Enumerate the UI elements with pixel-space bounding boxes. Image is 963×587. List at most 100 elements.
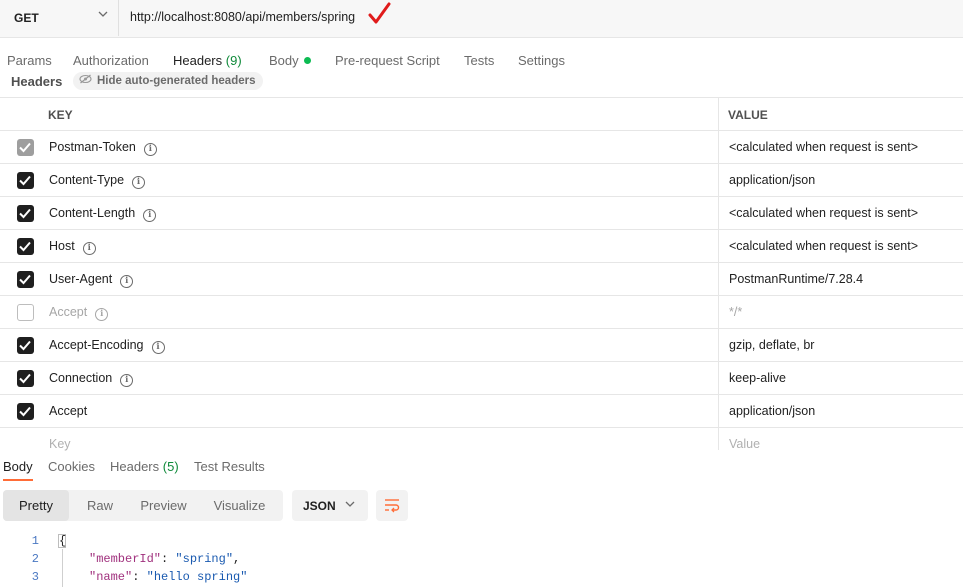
method-label: GET bbox=[14, 11, 39, 25]
line-number: 1 bbox=[31, 534, 39, 548]
method-select[interactable]: GET bbox=[0, 0, 119, 36]
info-icon[interactable]: i bbox=[82, 242, 96, 255]
column-header-key: KEY bbox=[48, 108, 73, 122]
row-checkbox[interactable] bbox=[17, 205, 34, 222]
json-key: "name" bbox=[89, 570, 133, 584]
line-number: 3 bbox=[31, 570, 39, 584]
line-number: 2 bbox=[31, 552, 39, 566]
headers-section-title: Headers bbox=[11, 74, 63, 89]
tab-body[interactable]: Body bbox=[269, 53, 311, 68]
tab-authorization[interactable]: Authorization bbox=[73, 53, 149, 68]
red-check-annotation-icon bbox=[368, 2, 392, 29]
tab-params[interactable]: Params bbox=[7, 53, 52, 68]
response-tab-headers-count: (5) bbox=[162, 459, 179, 474]
header-value[interactable]: keep-alive bbox=[729, 371, 786, 385]
view-preview-button[interactable]: Preview bbox=[131, 490, 196, 521]
tab-headers[interactable]: Headers (9) bbox=[173, 53, 242, 68]
response-tab-test-results[interactable]: Test Results bbox=[194, 459, 265, 474]
table-row-new: Key Value bbox=[0, 427, 963, 461]
row-checkbox[interactable] bbox=[17, 370, 34, 387]
table-row: Accept application/json bbox=[0, 394, 963, 428]
header-key-text: Content-Length bbox=[49, 206, 136, 220]
hide-auto-headers-label: Hide auto-generated headers bbox=[97, 75, 256, 87]
info-icon[interactable]: i bbox=[120, 374, 134, 387]
url-input[interactable]: http://localhost:8080/api/members/spring bbox=[130, 10, 355, 24]
info-icon[interactable]: i bbox=[151, 341, 165, 354]
header-value[interactable]: <calculated when request is sent> bbox=[729, 206, 918, 220]
json-line: "memberId": "spring", bbox=[89, 552, 240, 566]
header-value[interactable]: gzip, deflate, br bbox=[729, 338, 814, 352]
view-pretty-button[interactable]: Pretty bbox=[3, 490, 69, 521]
table-row: Connection i keep-alive bbox=[0, 361, 963, 395]
header-key[interactable]: Host i bbox=[49, 239, 96, 255]
info-icon[interactable]: i bbox=[95, 308, 109, 321]
json-sep: : bbox=[161, 552, 176, 566]
info-icon[interactable]: i bbox=[120, 275, 134, 288]
hide-auto-headers-button[interactable]: Hide auto-generated headers bbox=[73, 72, 264, 90]
header-key[interactable]: Accept bbox=[49, 404, 87, 418]
row-checkbox[interactable] bbox=[17, 403, 34, 420]
tab-body-label: Body bbox=[269, 53, 299, 68]
header-value[interactable]: <calculated when request is sent> bbox=[729, 140, 918, 154]
response-tab-cookies[interactable]: Cookies bbox=[48, 459, 95, 474]
header-key-text: Accept-Encoding bbox=[49, 338, 144, 352]
row-checkbox[interactable] bbox=[17, 172, 34, 189]
header-value[interactable]: application/json bbox=[729, 173, 815, 187]
table-row: Content-Length i <calculated when request … bbox=[0, 196, 963, 230]
json-value: "spring" bbox=[175, 552, 234, 566]
header-key-text: Content-Type bbox=[49, 173, 125, 187]
json-value: "hello spring" bbox=[146, 570, 248, 584]
json-line: "name": "hello spring" bbox=[89, 570, 247, 584]
header-value[interactable]: */* bbox=[729, 305, 742, 319]
json-sep: : bbox=[132, 570, 147, 584]
tab-tests[interactable]: Tests bbox=[464, 53, 494, 68]
row-checkbox[interactable] bbox=[17, 139, 34, 156]
row-checkbox[interactable] bbox=[17, 271, 34, 288]
new-key-input[interactable]: Key bbox=[49, 437, 71, 451]
header-value[interactable]: PostmanRuntime/7.28.4 bbox=[729, 272, 863, 286]
header-key[interactable]: Accept i bbox=[49, 305, 109, 321]
response-tab-body[interactable]: Body bbox=[3, 459, 33, 474]
chevron-down-icon bbox=[345, 499, 355, 512]
info-icon[interactable]: i bbox=[143, 209, 157, 222]
table-row: Accept-Encoding i gzip, deflate, br bbox=[0, 328, 963, 362]
new-value-input[interactable]: Value bbox=[729, 437, 760, 451]
header-key[interactable]: Content-Type i bbox=[49, 173, 146, 189]
column-header-value: VALUE bbox=[728, 108, 768, 122]
info-icon[interactable]: i bbox=[143, 143, 157, 156]
table-row: User-Agent i PostmanRuntime/7.28.4 bbox=[0, 262, 963, 296]
tab-headers-count: (9) bbox=[225, 53, 242, 68]
header-key[interactable]: Accept-Encoding i bbox=[49, 338, 165, 354]
table-header-row: KEY VALUE bbox=[0, 97, 963, 131]
header-key-text: Host bbox=[49, 239, 75, 253]
response-tab-headers[interactable]: Headers (5) bbox=[110, 459, 179, 474]
view-raw-button[interactable]: Raw bbox=[69, 490, 131, 521]
row-checkbox[interactable] bbox=[17, 238, 34, 255]
format-select[interactable]: JSON bbox=[292, 490, 368, 521]
header-key[interactable]: Content-Length i bbox=[49, 206, 157, 222]
view-visualize-button[interactable]: Visualize bbox=[196, 490, 283, 521]
info-icon[interactable]: i bbox=[132, 176, 146, 189]
indent-guide bbox=[62, 549, 63, 587]
header-key[interactable]: Postman-Token i bbox=[49, 140, 157, 156]
response-tab-headers-label: Headers bbox=[110, 459, 160, 474]
response-active-tab-indicator bbox=[3, 479, 33, 481]
wrap-lines-button[interactable] bbox=[376, 490, 408, 521]
header-key[interactable]: User-Agent i bbox=[49, 272, 134, 288]
header-key-text: Postman-Token bbox=[49, 140, 136, 154]
header-value[interactable]: application/json bbox=[729, 404, 815, 418]
json-key: "memberId" bbox=[89, 552, 162, 566]
row-checkbox[interactable] bbox=[17, 337, 34, 354]
tab-headers-label: Headers bbox=[173, 53, 223, 68]
header-key-text: Accept bbox=[49, 404, 88, 418]
header-key[interactable]: Connection i bbox=[49, 371, 134, 387]
header-key-text: User-Agent bbox=[49, 272, 113, 286]
chevron-down-icon bbox=[98, 9, 108, 22]
tab-settings[interactable]: Settings bbox=[518, 53, 565, 68]
tab-pre-request-script[interactable]: Pre-request Script bbox=[335, 53, 440, 68]
header-value[interactable]: <calculated when request is sent> bbox=[729, 239, 918, 253]
wrap-lines-icon bbox=[384, 498, 400, 516]
table-row: Host i <calculated when request is sent> bbox=[0, 229, 963, 263]
header-key-text: Accept bbox=[49, 305, 88, 319]
row-checkbox[interactable] bbox=[17, 304, 34, 321]
